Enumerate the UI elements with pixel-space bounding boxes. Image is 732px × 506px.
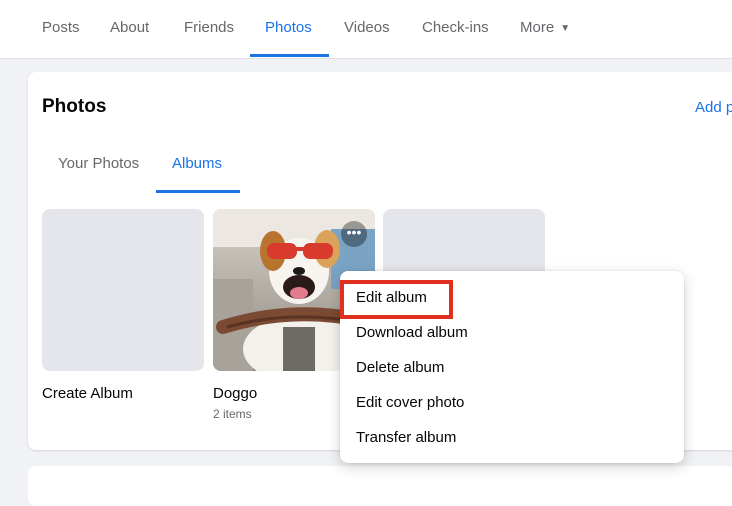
album-options-button[interactable]: ••• (341, 221, 367, 247)
caret-down-icon: ▼ (560, 23, 571, 34)
tab-videos[interactable]: Videos (344, 0, 390, 58)
subtab-your-photos[interactable]: Your Photos (58, 144, 139, 192)
album-item-count: 2 items (213, 407, 252, 421)
tab-photos[interactable]: Photos (265, 0, 312, 58)
highlight-box (340, 280, 453, 319)
more-dots-icon: ••• (346, 224, 362, 240)
tab-check-ins[interactable]: Check-ins (422, 0, 489, 58)
tab-more[interactable]: More ▼ (520, 0, 570, 58)
menu-item-edit-cover-photo[interactable]: Edit cover photo (356, 388, 464, 418)
active-subtab-indicator (156, 190, 240, 193)
album-options-menu: Edit album Download album Delete album E… (340, 271, 684, 463)
subtab-albums[interactable]: Albums (172, 144, 222, 192)
album-title[interactable]: Create Album (42, 385, 133, 402)
active-tab-indicator (250, 54, 329, 57)
tab-friends[interactable]: Friends (184, 0, 234, 58)
page-title: Photos (42, 96, 107, 117)
menu-item-download-album[interactable]: Download album (356, 318, 468, 348)
create-album-tile[interactable] (42, 209, 204, 371)
tab-more-label: More (520, 19, 555, 36)
menu-item-transfer-album[interactable]: Transfer album (356, 423, 456, 453)
add-photos-link[interactable]: Add p (695, 99, 732, 116)
menu-item-delete-album[interactable]: Delete album (356, 353, 444, 383)
next-section-card (28, 466, 732, 506)
album-title[interactable]: Doggo (213, 385, 257, 402)
tab-posts[interactable]: Posts (42, 0, 80, 58)
profile-tab-bar: Posts About Friends Photos Videos Check-… (0, 0, 732, 59)
tab-about[interactable]: About (110, 0, 149, 58)
